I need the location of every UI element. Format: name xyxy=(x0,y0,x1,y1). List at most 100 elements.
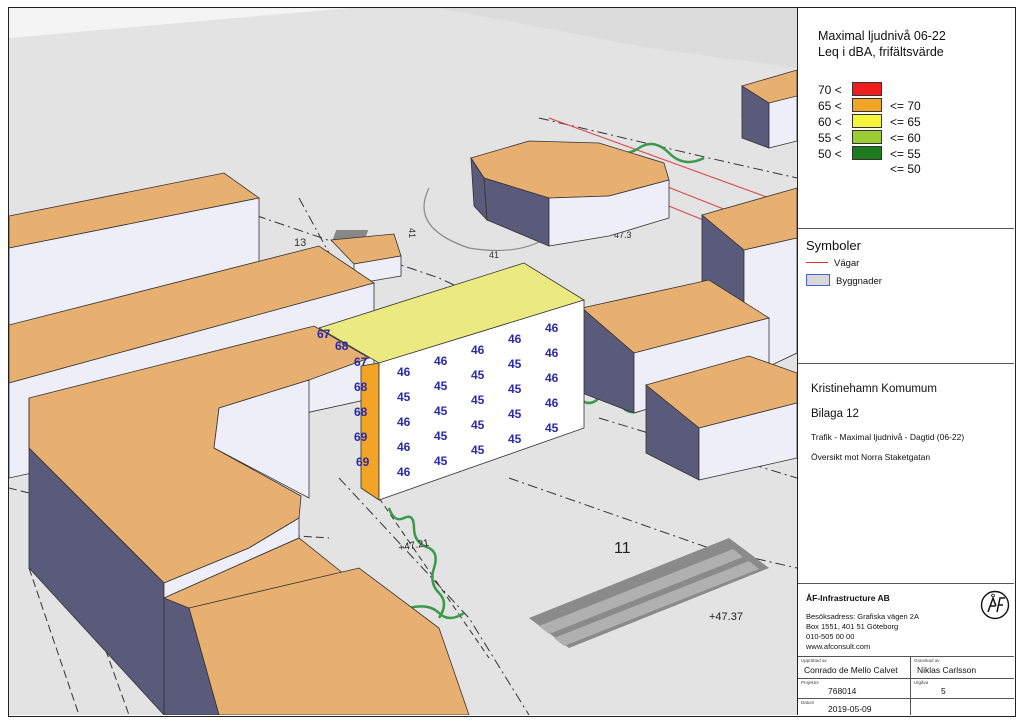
facade-level-label: 46 xyxy=(434,354,448,368)
project-name: Kristinehamn Komumum xyxy=(811,383,937,395)
company-address: Besöksadress: Grafiska vägen 2A Box 1551… xyxy=(806,612,919,652)
facade-level-label: 45 xyxy=(471,418,485,432)
side-facade-level-label: 67 xyxy=(354,355,368,369)
elevation-label: +47.37 xyxy=(709,611,743,623)
legend-row: 65 < <= 70 xyxy=(818,98,921,113)
symbols-title: Symboler xyxy=(806,238,861,253)
legend-color-swatch xyxy=(852,114,882,128)
facade-level-label: 45 xyxy=(508,432,522,446)
project-no-value: 768014 xyxy=(828,686,857,696)
legend-row: 60 < <= 65 xyxy=(818,114,921,129)
legend-range-high: <= 65 xyxy=(890,115,921,129)
appendix-label: Bilaga 12 xyxy=(811,408,859,420)
legend-panel: Maximal ljudnivå 06-22 Leq i dBA, frifäl… xyxy=(798,8,1014,229)
legend-range-high: <= 55 xyxy=(890,147,921,161)
project-no-cell: Projektnr 768014 xyxy=(798,679,910,698)
3d-noise-map: 13 41 11 +47.37 +47.21 41 47.3 46 46 46 … xyxy=(9,8,797,715)
facade-level-label: 45 xyxy=(545,421,559,435)
symbol-building-label: Byggnader xyxy=(836,276,882,287)
date-cell: Datum 2019-05-09 xyxy=(798,699,910,715)
project-no-label: Projektnr xyxy=(801,680,820,685)
plot-label: 11 xyxy=(614,540,631,557)
legend-range-low: 60 < xyxy=(818,115,842,129)
legend-sidebar: Maximal ljudnivå 06-22 Leq i dBA, frifäl… xyxy=(797,8,1014,715)
plot-label: 41 xyxy=(407,228,417,238)
legend-row: 50 < <= 55 xyxy=(818,146,921,161)
project-panel: Kristinehamn Komumum Bilaga 12 Trafik - … xyxy=(798,364,1014,584)
date-label: Datum xyxy=(801,700,815,705)
side-facade-level-label: 67 xyxy=(317,327,331,341)
date-value: 2019-05-09 xyxy=(828,704,872,714)
facade-level-label: 45 xyxy=(508,382,522,396)
facade-level-label: 46 xyxy=(508,332,522,346)
facade-level-label: 45 xyxy=(471,393,485,407)
facade-level-label: 46 xyxy=(471,343,485,357)
symbols-panel: Symboler Vägar Byggnader xyxy=(798,229,1014,364)
symbol-road-label: Vägar xyxy=(834,258,860,269)
side-facade-level-label: 68 xyxy=(354,380,368,394)
legend-range-low: 70 < xyxy=(818,83,842,97)
facade-level-label: 45 xyxy=(434,379,448,393)
facade-level-label: 45 xyxy=(434,404,448,418)
legend-color-swatch xyxy=(852,98,882,112)
view-description: Översikt mot Norra Staketgatan xyxy=(811,452,931,462)
titleblock-row-project: Projektnr 768014 Utgåva 5 xyxy=(798,678,1014,698)
facade-level-label: 46 xyxy=(545,321,559,335)
side-facade-level-label: 68 xyxy=(354,405,368,419)
drawn-by-label: Upprättad av xyxy=(801,658,827,663)
facade-level-label: 46 xyxy=(545,346,559,360)
address-line: www.afconsult.com xyxy=(806,642,871,651)
symbol-building-row: Byggnader xyxy=(806,274,882,287)
map-canvas: 13 41 11 +47.37 +47.21 41 47.3 464646464… xyxy=(9,8,797,715)
legend-range-high: <= 70 xyxy=(890,99,921,113)
company-panel: ÅF-Infrastructure AB Besöksadress: Grafi… xyxy=(798,584,1014,715)
legend-row: 55 < <= 60 xyxy=(818,130,921,145)
checked-by-label: Granskad av xyxy=(914,658,940,663)
drawing-sheet: 13 41 11 +47.37 +47.21 41 47.3 46 46 46 … xyxy=(8,7,1016,717)
address-line: Box 1551, 401 51 Göteborg xyxy=(806,622,899,631)
legend-range-low: 65 < xyxy=(818,99,842,113)
revision-cell: Utgåva 5 xyxy=(910,679,1013,698)
plot-label: 13 xyxy=(294,237,306,249)
facade-level-label: 46 xyxy=(397,415,411,429)
side-facade-level-label: 68 xyxy=(335,339,349,353)
titleblock-row-date: Datum 2019-05-09 xyxy=(798,698,1014,715)
map-description: Trafik - Maximal ljudnivå - Dagtid (06-2… xyxy=(811,432,965,442)
facade-level-label: 46 xyxy=(397,365,411,379)
facade-level-label: 45 xyxy=(434,429,448,443)
facade-level-label: 45 xyxy=(508,407,522,421)
legend-color-swatch xyxy=(852,82,882,96)
facade-level-label: 45 xyxy=(508,357,522,371)
facade-level-label: 45 xyxy=(471,368,485,382)
legend-color-swatch xyxy=(852,146,882,160)
af-logo-icon xyxy=(980,590,1010,620)
checked-by-value: Niklas Carlsson xyxy=(917,665,977,675)
facade-level-label: 46 xyxy=(545,371,559,385)
legend-title-line1: Maximal ljudnivå 06-22 xyxy=(818,29,946,43)
revision-label: Utgåva xyxy=(914,680,929,685)
legend-color-swatch xyxy=(852,130,882,144)
side-facade-level-label: 69 xyxy=(356,455,370,469)
checked-by-cell: Granskad av Niklas Carlsson xyxy=(910,657,1013,678)
facade-level-label: 46 xyxy=(397,440,411,454)
facade-level-label: 46 xyxy=(397,465,411,479)
legend-title-line2: Leq i dBA, frifältsvärde xyxy=(818,45,944,59)
legend-row-last: <= 50 xyxy=(890,162,921,176)
facade-level-label: 45 xyxy=(434,454,448,468)
legend-range-low: 50 < xyxy=(818,147,842,161)
legend-range-low: 55 < xyxy=(818,131,842,145)
symbol-road-row: Vägar xyxy=(806,258,859,269)
company-name: ÅF-Infrastructure AB xyxy=(806,593,890,603)
legend-title: Maximal ljudnivå 06-22 Leq i dBA, frifäl… xyxy=(818,28,946,60)
legend-row: 70 < xyxy=(818,82,890,97)
side-facade-level-label: 69 xyxy=(354,430,368,444)
drawn-by-value: Conrado de Mello Calvet xyxy=(804,665,898,675)
facade-level-label: 45 xyxy=(471,443,485,457)
address-line: 010-505 00 00 xyxy=(806,632,855,641)
titleblock-row-names: Upprättad av Conrado de Mello Calvet Gra… xyxy=(798,656,1014,678)
facade-level-label: 46 xyxy=(545,396,559,410)
building-swatch-icon xyxy=(806,274,830,286)
legend-range-high: <= 60 xyxy=(890,131,921,145)
drawn-by-cell: Upprättad av Conrado de Mello Calvet xyxy=(798,657,910,678)
address-line: Besöksadress: Grafiska vägen 2A xyxy=(806,612,919,621)
